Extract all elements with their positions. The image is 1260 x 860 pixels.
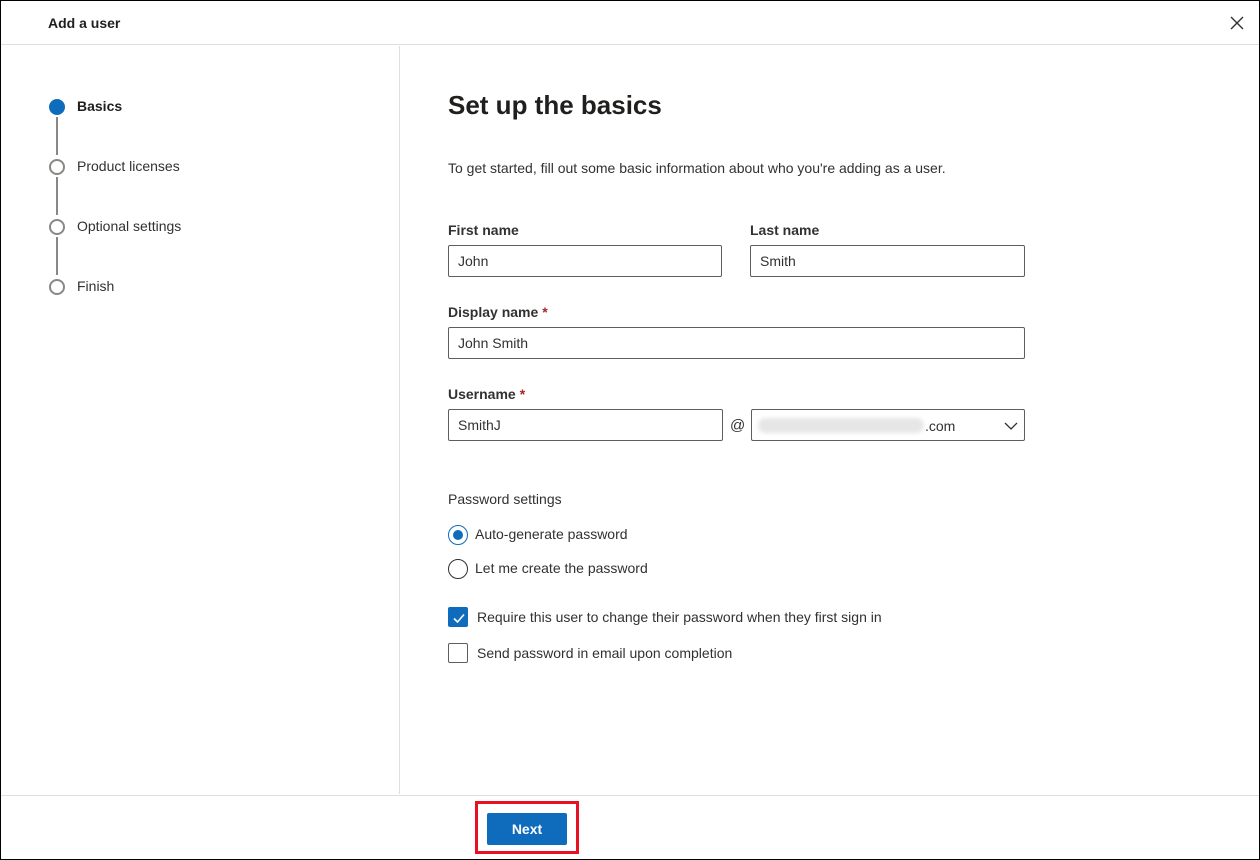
close-icon[interactable] [1227, 13, 1247, 33]
basics-panel: Set up the basics To get started, fill o… [401, 46, 1259, 794]
dialog-title: Add a user [48, 15, 121, 31]
step-label: Finish [77, 278, 115, 294]
step-label: Product licenses [77, 158, 180, 174]
last-name-field[interactable] [750, 245, 1025, 277]
intro-text: To get started, fill out some basic info… [448, 160, 946, 176]
password-settings-label: Password settings [448, 491, 562, 507]
radio-selected-icon [448, 525, 468, 545]
step-label: Optional settings [77, 218, 182, 234]
first-name-field[interactable] [448, 245, 722, 277]
domain-suffix: .com [925, 418, 956, 434]
chevron-down-icon [1004, 419, 1018, 433]
step-label: Basics [77, 98, 123, 114]
domain-dropdown[interactable]: .com [751, 409, 1025, 441]
step-connector [56, 177, 58, 215]
step-connector [56, 237, 58, 275]
step-indicator [49, 279, 65, 295]
display-name-label-text: Display name [448, 304, 539, 320]
at-symbol: @ [730, 417, 746, 434]
radio-label: Let me create the password [475, 560, 648, 576]
username-label-text: Username [448, 386, 516, 402]
page-title: Set up the basics [448, 90, 662, 120]
step-indicator [49, 159, 65, 175]
dialog-footer: Next [1, 795, 1259, 859]
add-user-dialog: Add a user Basics Product licenses Optio… [0, 0, 1260, 860]
checkbox-empty-icon [448, 643, 468, 663]
first-name-label-text: First name [448, 222, 519, 238]
step-indicator-current [49, 99, 65, 115]
wizard-steps: Basics Product licenses Optional setting… [1, 46, 400, 794]
step-connector [56, 117, 58, 155]
dialog-titlebar: Add a user [1, 1, 1259, 45]
checkbox-label: Require this user to change their passwo… [477, 609, 882, 625]
checkmark-icon [448, 607, 468, 627]
radio-label: Auto-generate password [475, 526, 628, 542]
step-indicator [49, 219, 65, 235]
display-name-field[interactable] [448, 327, 1025, 359]
last-name-label: Last name [750, 222, 819, 238]
redacted-domain [758, 418, 924, 433]
username-field[interactable] [448, 409, 723, 441]
radio-unselected-icon [448, 559, 468, 579]
checkbox-label: Send password in email upon completion [477, 645, 733, 661]
username-label: Username * [448, 386, 525, 402]
first-name-label: First name [448, 222, 519, 238]
next-button[interactable]: Next [487, 813, 567, 845]
required-asterisk: * [542, 304, 548, 320]
display-name-label: Display name * [448, 304, 548, 320]
last-name-label-text: Last name [750, 222, 820, 238]
required-asterisk: * [519, 386, 526, 402]
